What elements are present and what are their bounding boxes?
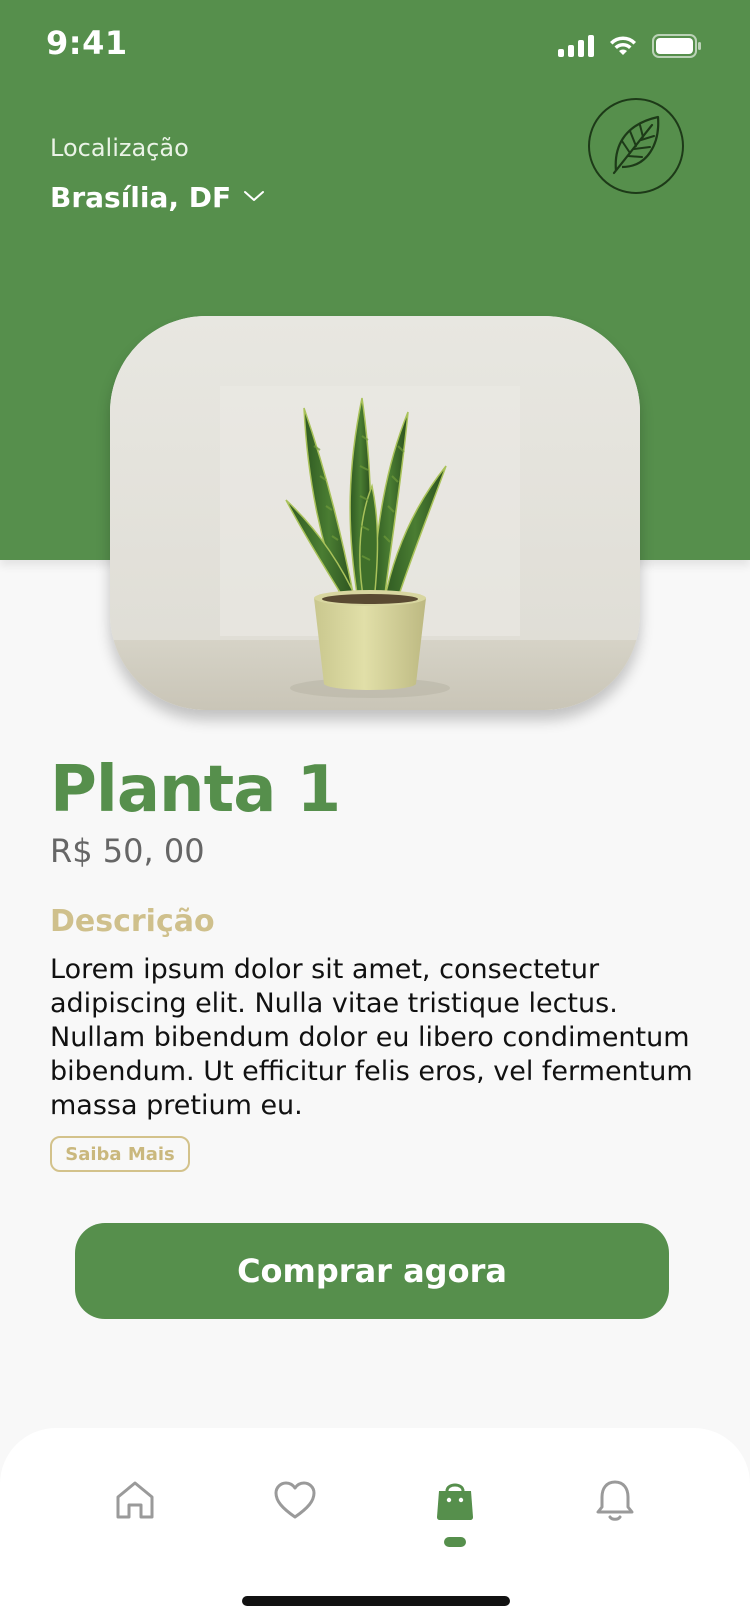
nav-notifications[interactable] (585, 1472, 645, 1532)
battery-icon (652, 34, 702, 58)
bell-icon (592, 1477, 638, 1527)
chevron-down-icon (243, 188, 265, 207)
leaf-icon (608, 113, 664, 179)
buy-now-button[interactable]: Comprar agora (75, 1223, 669, 1319)
wifi-icon (608, 35, 638, 57)
description-heading: Descrição (50, 904, 215, 939)
home-indicator-bar (242, 1596, 510, 1606)
home-icon (112, 1477, 158, 1527)
leaf-logo-badge (588, 98, 684, 194)
product-title: Planta 1 (50, 753, 341, 827)
heart-icon (272, 1477, 318, 1527)
nav-shop[interactable] (425, 1472, 485, 1532)
location-selector[interactable]: Brasília, DF (50, 181, 265, 214)
status-icons (558, 34, 702, 58)
bottom-nav (0, 1428, 750, 1624)
product-image (110, 316, 640, 710)
shopping-bag-icon (432, 1477, 478, 1527)
signal-icon (558, 35, 594, 57)
description-text: Lorem ipsum dolor sit amet, consectetur … (50, 954, 693, 1121)
location-label: Localização (50, 134, 189, 162)
status-bar: 9:41 (0, 0, 750, 95)
nav-home[interactable] (105, 1472, 165, 1532)
location-value: Brasília, DF (50, 181, 232, 214)
learn-more-button[interactable]: Saiba Mais (50, 1136, 190, 1172)
plant-illustration (110, 316, 640, 710)
product-price: R$ 50, 00 (50, 832, 205, 870)
active-nav-indicator (444, 1537, 466, 1547)
nav-favorites[interactable] (265, 1472, 325, 1532)
status-time: 9:41 (46, 24, 128, 62)
